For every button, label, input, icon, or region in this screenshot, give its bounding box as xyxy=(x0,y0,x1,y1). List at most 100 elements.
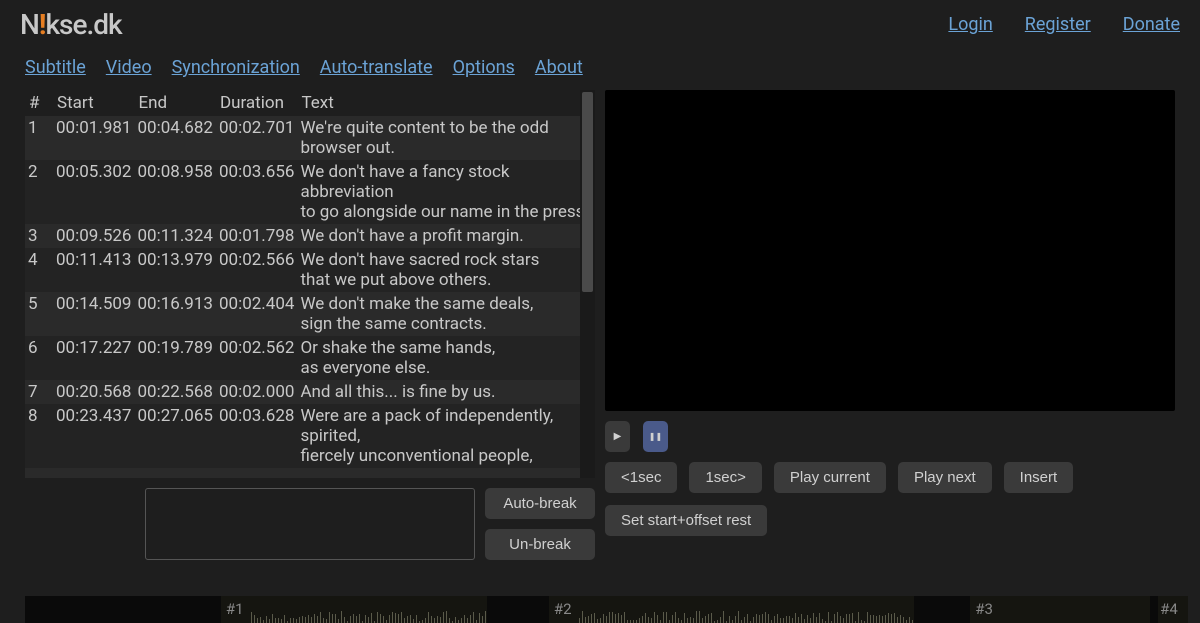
waveform-segment-gap1[interactable] xyxy=(487,596,549,623)
table-header-row: # Start End Duration Text xyxy=(25,90,595,116)
cell-text: Were are a pack of independently, spirit… xyxy=(297,404,595,468)
waveform-segment-3[interactable]: #3 xyxy=(970,596,1150,623)
set-start-offset-button[interactable]: Set start+offset rest xyxy=(605,505,767,536)
action-buttons: <1sec 1sec> Play current Play next Inser… xyxy=(605,462,1175,536)
table-scrollbar[interactable] xyxy=(580,90,595,478)
cell-duration: 00:02.701 xyxy=(216,116,297,160)
cell-start: 00:23.437 xyxy=(53,404,134,468)
cell-start: 00:17.227 xyxy=(53,336,134,380)
cell-num: 6 xyxy=(25,336,53,380)
cell-end: 00:22.568 xyxy=(134,380,215,404)
header-duration[interactable]: Duration xyxy=(216,90,297,116)
cell-end: 00:04.682 xyxy=(134,116,215,160)
subtitle-text-editor[interactable] xyxy=(145,488,475,560)
back-1sec-button[interactable]: <1sec xyxy=(605,462,677,493)
un-break-button[interactable]: Un-break xyxy=(485,529,595,560)
scrollbar-thumb[interactable] xyxy=(582,92,593,292)
waveform-segment-1[interactable]: #1 xyxy=(221,596,487,623)
tab-about[interactable]: About xyxy=(535,57,583,78)
cell-end: 00:08.958 xyxy=(134,160,215,224)
table-row[interactable]: 600:17.22700:19.78900:02.562Or shake the… xyxy=(25,336,595,380)
cell-duration: 00:01.798 xyxy=(216,224,297,248)
tab-subtitle[interactable]: Subtitle xyxy=(25,57,86,78)
waveform-segment-pre[interactable] xyxy=(25,596,221,623)
cell-num: 7 xyxy=(25,380,53,404)
cell-start: 00:14.509 xyxy=(53,292,134,336)
pause-button[interactable]: ❚❚ xyxy=(643,421,668,452)
play-button[interactable]: ▶ xyxy=(605,421,630,452)
header-end[interactable]: End xyxy=(134,90,215,116)
cell-start: 00:11.413 xyxy=(53,248,134,292)
waveform-segment-2[interactable]: #2 xyxy=(549,596,914,623)
login-link[interactable]: Login xyxy=(948,14,992,35)
right-panel: ▶ ❚❚ <1sec 1sec> Play current Play next … xyxy=(605,90,1175,560)
cell-num: 4 xyxy=(25,248,53,292)
cell-num: 5 xyxy=(25,292,53,336)
cell-text: We don't make the same deals, sign the s… xyxy=(297,292,595,336)
cell-duration: 00:02.566 xyxy=(216,248,297,292)
cell-start: 00:20.568 xyxy=(53,380,134,404)
forward-1sec-button[interactable]: 1sec> xyxy=(689,462,761,493)
cell-duration: 00:02.404 xyxy=(216,292,297,336)
cell-end: 00:27.065 xyxy=(134,404,215,468)
cell-num: 2 xyxy=(25,160,53,224)
waveform-segment-gap2[interactable] xyxy=(914,596,971,623)
cell-text: Or shake the same hands, as everyone els… xyxy=(297,336,595,380)
tab-auto-translate[interactable]: Auto-translate xyxy=(320,57,433,78)
waveform-label-3: #3 xyxy=(975,600,993,618)
cell-start: 00:05.302 xyxy=(53,160,134,224)
tab-video[interactable]: Video xyxy=(106,57,152,78)
header-links: Login Register Donate xyxy=(948,14,1180,35)
wave-bars-2 xyxy=(549,596,914,623)
site-logo[interactable]: N!kse.dk xyxy=(20,8,122,41)
insert-button[interactable]: Insert xyxy=(1004,462,1074,493)
cell-num: 8 xyxy=(25,404,53,468)
pause-icon: ❚❚ xyxy=(649,432,662,441)
cell-duration: 00:03.628 xyxy=(216,404,297,468)
table-row[interactable]: 100:01.98100:04.68200:02.701We're quite … xyxy=(25,116,595,160)
waveform-segment-gap3[interactable] xyxy=(1150,596,1158,623)
table-row[interactable]: 300:09.52600:11.32400:01.798We don't hav… xyxy=(25,224,595,248)
cell-num: 1 xyxy=(25,116,53,160)
cell-text: We don't have a profit margin. xyxy=(297,224,595,248)
cell-duration: 00:02.562 xyxy=(216,336,297,380)
table-row[interactable]: 800:23.43700:27.06500:03.628Were are a p… xyxy=(25,404,595,468)
logo-text-n: N xyxy=(20,8,39,41)
wave-bars-1 xyxy=(221,596,487,623)
table-row[interactable]: 200:05.30200:08.95800:03.656We don't hav… xyxy=(25,160,595,224)
auto-break-button[interactable]: Auto-break xyxy=(485,488,595,519)
donate-link[interactable]: Donate xyxy=(1123,14,1180,35)
cell-text: We don't have sacred rock stars that we … xyxy=(297,248,595,292)
video-player[interactable] xyxy=(605,90,1175,411)
table-row[interactable]: 400:11.41300:13.97900:02.566We don't hav… xyxy=(25,248,595,292)
cell-start: 00:09.526 xyxy=(53,224,134,248)
cell-end: 00:16.913 xyxy=(134,292,215,336)
register-link[interactable]: Register xyxy=(1025,14,1091,35)
waveform-area[interactable]: #1 #2 #3 #4 xyxy=(25,596,1188,623)
table-row[interactable]: 500:14.50900:16.91300:02.404We don't mak… xyxy=(25,292,595,336)
playback-controls: ▶ ❚❚ xyxy=(605,421,1175,452)
header-num[interactable]: # xyxy=(25,90,53,116)
header-start[interactable]: Start xyxy=(53,90,134,116)
break-buttons: Auto-break Un-break xyxy=(485,488,595,560)
cell-end: 00:19.789 xyxy=(134,336,215,380)
cell-duration: 00:03.656 xyxy=(216,160,297,224)
waveform-segment-4[interactable]: #4 xyxy=(1158,596,1188,623)
logo-text-rest: kse.dk xyxy=(45,8,121,41)
tab-options[interactable]: Options xyxy=(453,57,515,78)
header-text[interactable]: Text xyxy=(297,90,595,116)
play-icon: ▶ xyxy=(614,431,622,442)
cell-text: We're quite content to be the odd browse… xyxy=(297,116,595,160)
play-current-button[interactable]: Play current xyxy=(774,462,886,493)
main-area: # Start End Duration Text 100:01.98100:0… xyxy=(0,90,1200,560)
cell-duration: 00:02.000 xyxy=(216,380,297,404)
tab-synchronization[interactable]: Synchronization xyxy=(172,57,300,78)
table-row[interactable]: 700:20.56800:22.56800:02.000And all this… xyxy=(25,380,595,404)
cell-text: And all this... is fine by us. xyxy=(297,380,595,404)
cell-text: We don't have a fancy stock abbreviation… xyxy=(297,160,595,224)
subtitle-table: # Start End Duration Text 100:01.98100:0… xyxy=(25,90,595,468)
waveform-label-4: #4 xyxy=(1160,600,1178,618)
cell-end: 00:11.324 xyxy=(134,224,215,248)
left-panel: # Start End Duration Text 100:01.98100:0… xyxy=(25,90,595,560)
play-next-button[interactable]: Play next xyxy=(898,462,992,493)
